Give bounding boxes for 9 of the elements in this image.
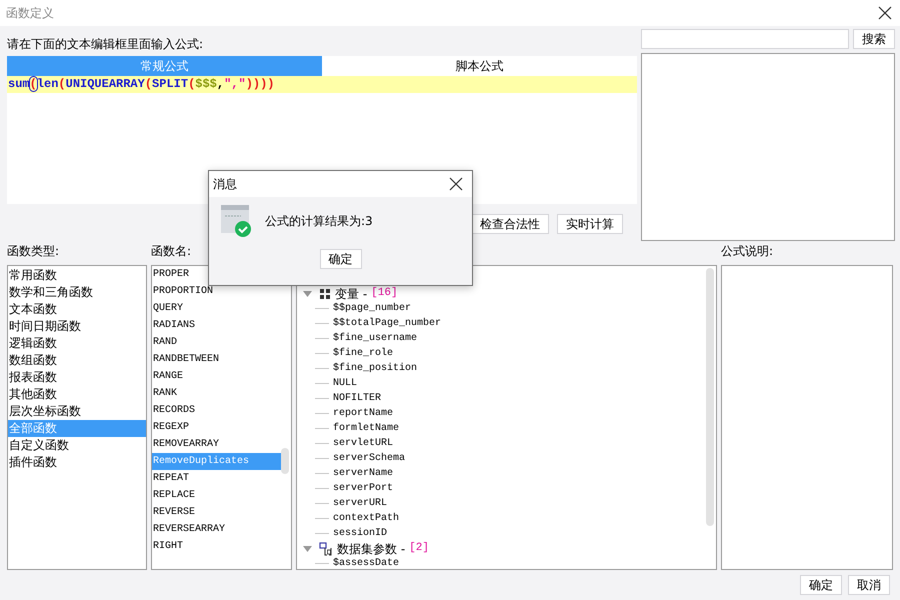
count-text: [16] — [371, 286, 398, 302]
panel-label: 公式说明: — [721, 243, 774, 260]
list-label: 函数名: — [151, 243, 192, 260]
prompt-text: 请在下面的文本编辑框里面输入公式: — [7, 36, 204, 53]
count-text: [2] — [409, 541, 429, 556]
window-title: 函数定义 — [6, 5, 54, 22]
message-text: 公式的计算结果为:3 — [265, 213, 373, 230]
dialog-title: 消息 — [213, 176, 237, 193]
list-label: 函数类型: — [7, 243, 60, 260]
